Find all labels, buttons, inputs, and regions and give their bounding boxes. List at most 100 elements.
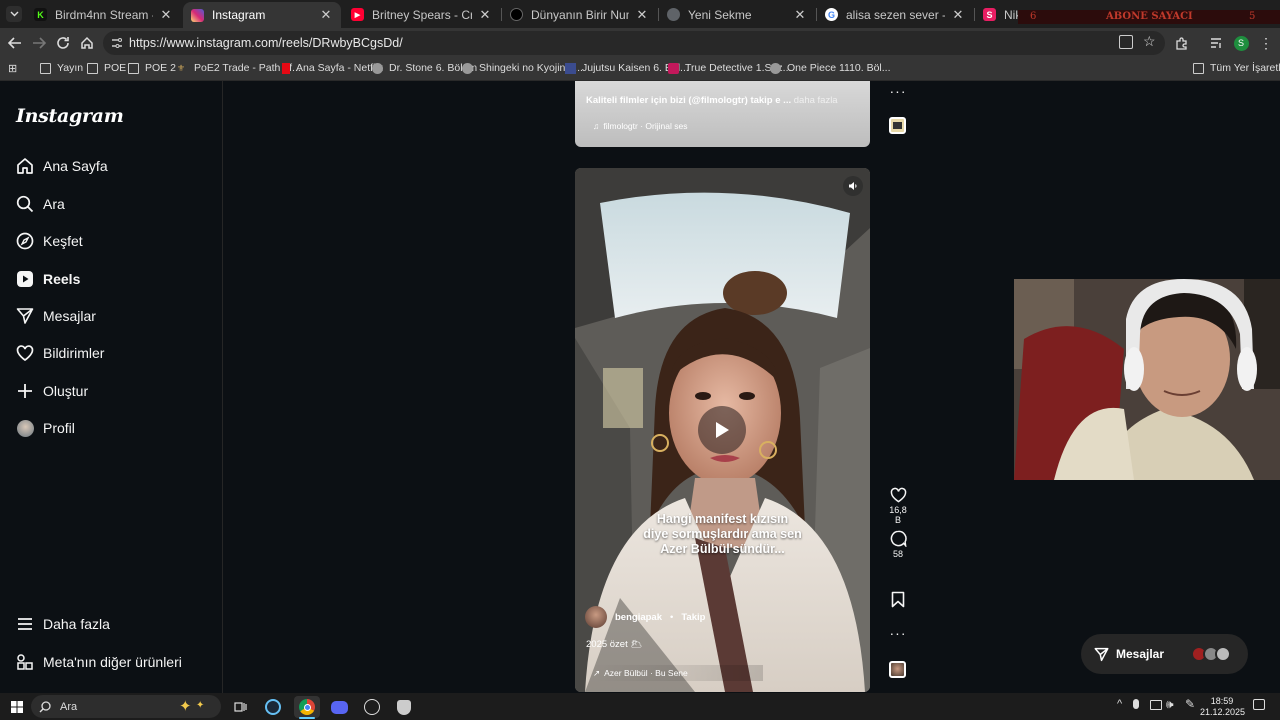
star-icon[interactable]: ☆: [1143, 33, 1156, 50]
reel-video[interactable]: Hangi manifest kızısın diye sormuşlardır…: [575, 168, 870, 692]
chevron-down-icon: [10, 11, 18, 17]
like-count: 16,8 B: [889, 505, 907, 525]
reload-button[interactable]: [52, 32, 74, 54]
omnibox[interactable]: https://www.instagram.com/reels/DRwbyBCg…: [103, 31, 1165, 55]
notification-icon[interactable]: [1253, 699, 1265, 710]
tab-kick[interactable]: K Birdm4nn Stream - Watch Live ✕: [26, 3, 181, 26]
bookmark-item[interactable]: One Piece 1110. Böl...: [770, 62, 891, 74]
comment-count: 58: [892, 549, 903, 559]
reels-icon: [16, 270, 34, 288]
messages-floating-button[interactable]: Mesajlar: [1081, 634, 1248, 674]
kick-icon: K: [34, 8, 47, 21]
nav-search[interactable]: Ara: [16, 192, 65, 216]
profile-button[interactable]: S: [1230, 32, 1252, 54]
taskbar-search[interactable]: Ara ✦ ✦: [31, 695, 221, 718]
sparkle-icon: ✦: [179, 698, 192, 715]
home-button[interactable]: [76, 32, 98, 54]
close-icon[interactable]: ✕: [635, 7, 649, 23]
prev-reel-more-button[interactable]: ···: [885, 83, 911, 99]
close-icon[interactable]: ✕: [951, 7, 965, 23]
counter-left: 6: [1030, 11, 1037, 22]
chevron-up-icon[interactable]: ^: [1117, 698, 1122, 710]
taskbar-app[interactable]: [393, 696, 415, 718]
url-text: https://www.instagram.com/reels/DRwbyBCg…: [129, 36, 403, 50]
tab-title: alisa sezen sever - Google'da A: [846, 7, 945, 22]
tab-tiktok[interactable]: Dünyanın Birir Numaralı Yıldızy ✕: [502, 3, 657, 26]
menu-button[interactable]: ⋮: [1255, 32, 1277, 54]
speaker-icon[interactable]: 🕪: [1166, 697, 1174, 712]
search-icon: [39, 700, 51, 712]
close-icon[interactable]: ✕: [319, 7, 333, 23]
microphone-icon[interactable]: [1133, 699, 1139, 709]
nav-meta-products[interactable]: Meta'nın diğer ürünleri: [16, 650, 182, 674]
nav-notifications[interactable]: Bildirimler: [16, 341, 104, 365]
taskbar-obs[interactable]: [361, 696, 383, 718]
more-link[interactable]: daha fazla: [794, 95, 838, 106]
media-controls-button[interactable]: [1205, 32, 1227, 54]
bookmark-icon: [891, 591, 905, 608]
network-icon[interactable]: [1150, 700, 1162, 710]
install-app-icon[interactable]: [1119, 35, 1133, 49]
author-username[interactable]: bengiapak: [615, 612, 662, 623]
task-view-button[interactable]: [229, 696, 251, 718]
home-icon: [81, 36, 93, 49]
bookmark-item[interactable]: Yayın: [40, 62, 83, 74]
start-button[interactable]: [6, 696, 28, 718]
hamburger-icon: [16, 615, 34, 633]
reel-caption: Kaliteli filmler için bizi (@filmologtr)…: [586, 95, 838, 106]
save-button[interactable]: [885, 591, 911, 610]
taskbar-steam[interactable]: [262, 696, 284, 718]
taskbar-chrome[interactable]: [294, 696, 320, 718]
author-avatar[interactable]: [585, 606, 607, 628]
bookmark-item[interactable]: POE: [87, 62, 126, 74]
instagram-logo[interactable]: Instagram: [16, 105, 124, 127]
nav-messages[interactable]: Mesajlar: [16, 304, 96, 328]
bookmark-item[interactable]: POE 2: [128, 62, 176, 74]
nav-create[interactable]: Oluştur: [16, 379, 88, 403]
tab-instagram[interactable]: Instagram ✕: [183, 2, 341, 28]
chrome-icon: [299, 699, 315, 715]
reel-audio[interactable]: ♫ filmologtr · Orijinal ses: [593, 121, 687, 131]
comment-button[interactable]: 58: [885, 530, 911, 559]
windows-icon: [11, 701, 23, 713]
nav-more[interactable]: Daha fazla: [16, 612, 110, 636]
reel-audio[interactable]: ↗ Azer Bülbül · Bu Sene: [593, 665, 763, 681]
taskbar-discord[interactable]: [328, 696, 350, 718]
contact-avatar: [1215, 646, 1231, 662]
discord-icon: [330, 700, 348, 714]
forward-button[interactable]: [28, 32, 50, 54]
close-icon[interactable]: ✕: [793, 7, 807, 23]
prev-reel-audio-thumb[interactable]: [889, 117, 906, 134]
tab-search-button[interactable]: [6, 6, 22, 22]
back-button[interactable]: [4, 32, 26, 54]
tab-new[interactable]: Yeni Sekme ✕: [659, 3, 815, 26]
previous-reel[interactable]: Kaliteli filmler için bizi (@filmologtr)…: [575, 81, 870, 147]
tab-youtube[interactable]: ▶ Britney Spears - Criminal (Offic ✕: [343, 3, 500, 26]
like-button[interactable]: 16,8 B: [885, 487, 911, 525]
tab-google[interactable]: G alisa sezen sever - Google'da A ✕: [817, 3, 973, 26]
all-bookmarks[interactable]: Tüm Yer İşaretleri: [1193, 62, 1280, 74]
webcam-feed: [1014, 279, 1280, 480]
pen-icon[interactable]: ✎: [1185, 697, 1195, 711]
follow-button[interactable]: Takip: [681, 612, 705, 623]
google-icon: G: [825, 8, 838, 21]
close-icon[interactable]: ✕: [478, 7, 492, 23]
close-icon[interactable]: ✕: [159, 7, 173, 23]
apps-grid-icon[interactable]: ⊞: [8, 62, 17, 75]
reel-audio-thumb[interactable]: [889, 661, 906, 678]
nav-profile[interactable]: Profil: [16, 416, 75, 440]
clock[interactable]: 18:59 21.12.2025: [1200, 696, 1245, 718]
bookmark-item[interactable]: Ana Sayfa - Netflix: [282, 62, 383, 74]
nav-reels[interactable]: Reels: [16, 267, 80, 291]
nav-explore[interactable]: Keşfet: [16, 229, 83, 253]
nav-home[interactable]: Ana Sayfa: [16, 154, 108, 178]
search-icon: [16, 195, 34, 213]
play-icon: [716, 422, 729, 438]
play-button[interactable]: [698, 406, 746, 454]
mute-button[interactable]: [843, 176, 863, 196]
site-info-icon[interactable]: [111, 37, 123, 49]
windows-taskbar: Ara ✦ ✦ ^ 🕪 ✎ 18:59 21.12.2025: [0, 693, 1280, 720]
reel-more-button[interactable]: ···: [885, 625, 911, 641]
webcam-overlay: [1014, 279, 1280, 480]
extensions-button[interactable]: [1170, 32, 1192, 54]
